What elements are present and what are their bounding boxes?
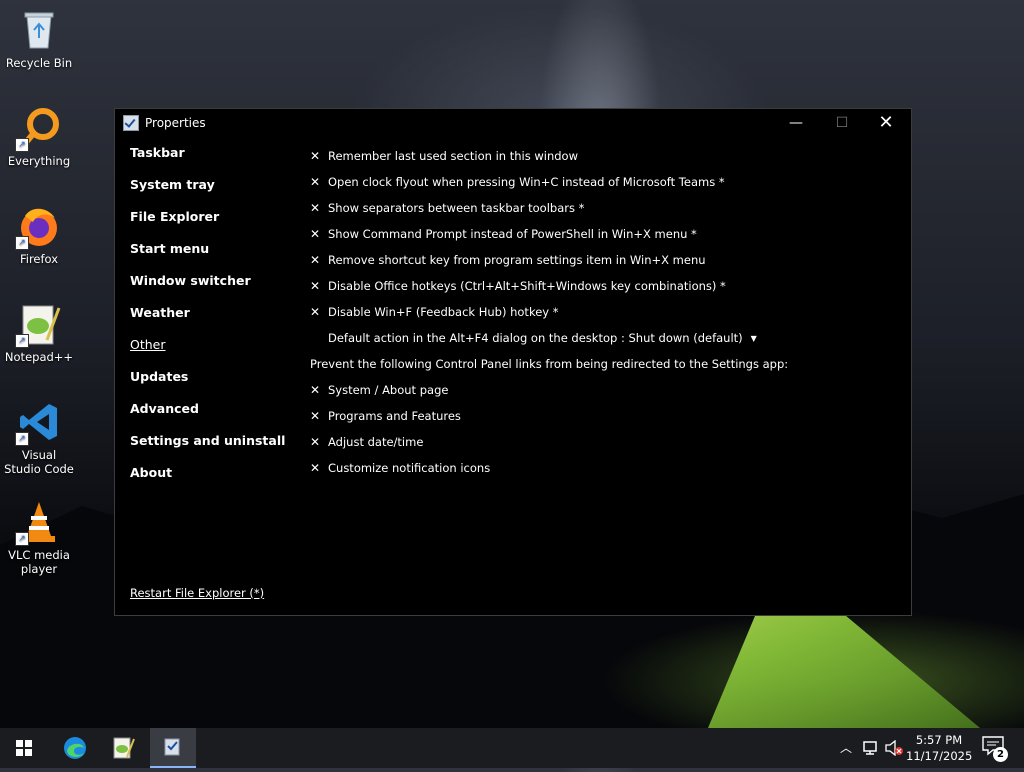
maximize-button[interactable]: ☐ — [819, 109, 865, 137]
check-mark-icon: ✕ — [310, 435, 321, 449]
volume-muted-icon[interactable] — [884, 728, 904, 768]
chevron-up-icon: ︿ — [840, 741, 853, 755]
option-customize-notification-icons[interactable]: ✕ Customize notification icons — [310, 455, 890, 481]
desktop-icon-vlc[interactable]: ↗ VLC media player — [2, 500, 76, 576]
action-center-button[interactable]: 2 — [982, 736, 1008, 762]
control-panel-links-heading: Prevent the following Control Panel link… — [310, 357, 789, 371]
shortcut-arrow-icon: ↗ — [15, 432, 29, 446]
sidebar-item-weather[interactable]: Weather — [130, 305, 310, 337]
sidebar-item-start-menu[interactable]: Start menu — [130, 241, 310, 273]
option-label: Adjust date/time — [328, 435, 424, 449]
check-mark-icon: ✕ — [310, 409, 321, 423]
taskbar: ︿ 5:57 PM 11/17/2025 2 — [0, 728, 1024, 768]
desktop-icon-label: Visual Studio Code — [4, 448, 74, 476]
desktop-icon-label: Everything — [7, 154, 71, 168]
title-bar[interactable]: Properties — ☐ ✕ — [115, 109, 911, 137]
option-label: Remove shortcut key from program setting… — [328, 253, 706, 267]
windows-logo-icon — [16, 740, 32, 756]
option-label: Show Command Prompt instead of PowerShel… — [328, 227, 697, 241]
sidebar-item-advanced[interactable]: Advanced — [130, 401, 310, 433]
desktop-icon-notepadpp[interactable]: ↗ Notepad++ — [2, 302, 76, 364]
option-label: Disable Win+F (Feedback Hub) hotkey * — [328, 305, 559, 319]
vscode-icon: ↗ — [15, 400, 61, 446]
clock-date: 11/17/2025 — [906, 749, 973, 763]
sidebar-item-window-switcher[interactable]: Window switcher — [130, 273, 310, 305]
check-mark-icon: ✕ — [310, 149, 321, 163]
desktop-icon-vscode[interactable]: ↗ Visual Studio Code — [2, 400, 76, 476]
option-adjust-date-time[interactable]: ✕ Adjust date/time — [310, 429, 890, 455]
desktop-icon-label: Firefox — [19, 252, 59, 266]
desktop-icon-label: VLC media player — [8, 548, 70, 576]
desktop-icon-everything[interactable]: ↗ Everything — [2, 106, 76, 168]
taskbar-properties-button[interactable] — [150, 728, 196, 768]
option-clock-flyout[interactable]: ✕ Open clock flyout when pressing Win+C … — [310, 169, 890, 195]
recycle-bin-icon — [17, 8, 61, 52]
everything-icon: ↗ — [15, 106, 61, 152]
properties-window: Properties — ☐ ✕ Taskbar System tray Fil… — [114, 108, 912, 616]
sidebar-item-file-explorer[interactable]: File Explorer — [130, 209, 310, 241]
check-mark-icon: ✕ — [310, 175, 321, 189]
restart-file-explorer-link[interactable]: Restart File Explorer (*) — [130, 586, 264, 600]
window-title: Properties — [145, 116, 206, 130]
option-label: Remember last used section in this windo… — [328, 149, 578, 163]
shortcut-arrow-icon: ↗ — [15, 334, 29, 348]
minimize-button[interactable]: — — [773, 109, 819, 137]
show-hidden-icons-button[interactable]: ︿ — [840, 728, 852, 768]
vlc-icon: ↗ — [15, 500, 61, 546]
shortcut-arrow-icon: ↗ — [15, 138, 29, 152]
network-icon[interactable] — [862, 728, 880, 768]
option-remove-shortcut-key[interactable]: ✕ Remove shortcut key from program setti… — [310, 247, 890, 273]
notepadpp-icon — [113, 737, 135, 759]
option-command-prompt[interactable]: ✕ Show Command Prompt instead of PowerSh… — [310, 221, 890, 247]
option-label: Disable Office hotkeys (Ctrl+Alt+Shift+W… — [328, 279, 726, 293]
clock-time: 5:57 PM — [915, 733, 963, 747]
option-disable-office-hotkeys[interactable]: ✕ Disable Office hotkeys (Ctrl+Alt+Shift… — [310, 273, 890, 299]
option-label: Open clock flyout when pressing Win+C in… — [328, 175, 725, 189]
taskbar-clock[interactable]: 5:57 PM 11/17/2025 — [906, 732, 972, 764]
check-mark-icon: ✕ — [310, 461, 321, 475]
desktop-icon-label: Recycle Bin — [5, 56, 73, 70]
dropdown-arrow-icon: ▼ — [750, 333, 757, 343]
sidebar-item-about[interactable]: About — [130, 465, 310, 497]
notification-count-badge: 2 — [993, 747, 1008, 762]
sidebar: Taskbar System tray File Explorer Start … — [130, 145, 310, 497]
option-disable-win-f[interactable]: ✕ Disable Win+F (Feedback Hub) hotkey * — [310, 299, 890, 325]
notepadpp-icon: ↗ — [15, 302, 61, 348]
check-mark-icon: ✕ — [310, 279, 321, 293]
desktop-icon-label: Notepad++ — [4, 350, 74, 364]
check-mark-icon: ✕ — [310, 305, 321, 319]
desktop-icon-recycle-bin[interactable]: Recycle Bin — [2, 8, 76, 70]
sidebar-item-updates[interactable]: Updates — [130, 369, 310, 401]
shortcut-arrow-icon: ↗ — [15, 532, 29, 546]
option-remember-section[interactable]: ✕ Remember last used section in this win… — [310, 143, 890, 169]
check-mark-icon: ✕ — [310, 253, 321, 267]
taskbar-edge-button[interactable] — [52, 728, 98, 768]
options-panel: ✕ Remember last used section in this win… — [310, 143, 890, 481]
check-mark-icon: ✕ — [310, 227, 321, 241]
properties-app-icon — [164, 738, 180, 756]
option-label: Programs and Features — [328, 409, 461, 423]
shortcut-arrow-icon: ↗ — [15, 236, 29, 250]
option-label: Show separators between taskbar toolbars… — [328, 201, 585, 215]
sidebar-item-taskbar[interactable]: Taskbar — [130, 145, 310, 177]
option-system-about-page[interactable]: ✕ System / About page — [310, 377, 890, 403]
alt-f4-default-action-dropdown[interactable]: Default action in the Alt+F4 dialog on t… — [310, 325, 890, 351]
option-label: Customize notification icons — [328, 461, 491, 475]
taskbar-notepadpp-button[interactable] — [100, 728, 146, 768]
sidebar-item-other[interactable]: Other — [130, 337, 310, 369]
option-programs-features[interactable]: ✕ Programs and Features — [310, 403, 890, 429]
properties-app-icon — [123, 115, 139, 131]
option-label: System / About page — [328, 383, 449, 397]
check-mark-icon: ✕ — [310, 201, 321, 215]
edge-icon — [64, 737, 86, 759]
sidebar-item-system-tray[interactable]: System tray — [130, 177, 310, 209]
firefox-icon: ↗ — [15, 204, 61, 250]
check-mark-icon: ✕ — [310, 383, 321, 397]
start-button[interactable] — [0, 728, 46, 768]
option-toolbar-separators[interactable]: ✕ Show separators between taskbar toolba… — [310, 195, 890, 221]
close-button[interactable]: ✕ — [863, 109, 909, 137]
dropdown-label: Default action in the Alt+F4 dialog on t… — [328, 331, 743, 345]
desktop-icon-firefox[interactable]: ↗ Firefox — [2, 204, 76, 266]
sidebar-item-settings-uninstall[interactable]: Settings and uninstall — [130, 433, 310, 465]
